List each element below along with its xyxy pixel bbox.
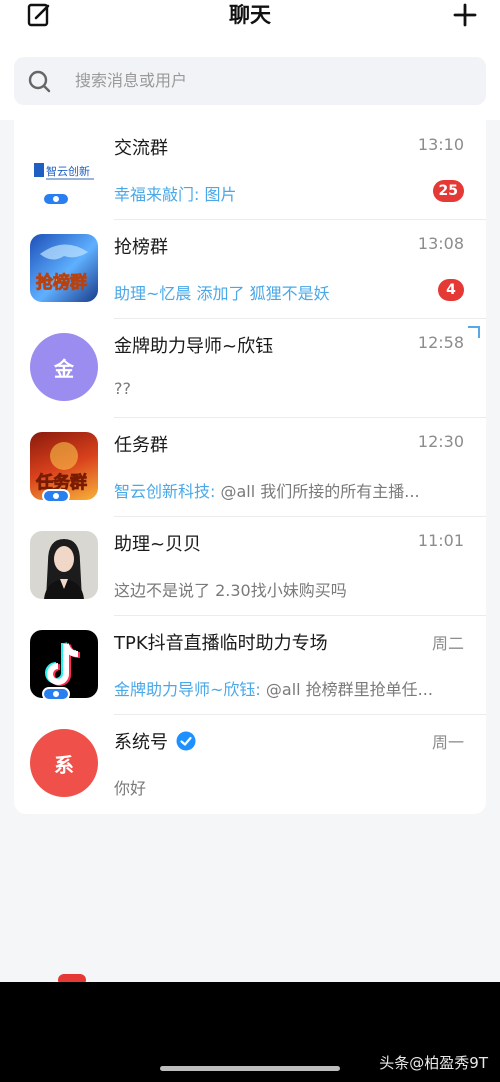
page-title: 聊天 xyxy=(229,3,271,27)
chat-time: 12:30 xyxy=(417,432,464,451)
dragon-image: 抢榜群 xyxy=(36,244,88,293)
chat-name: TPK抖音直播临时助力专场 xyxy=(114,633,328,654)
chat-time: 13:08 xyxy=(417,234,464,253)
chat-preview: 智云创新科技: @all 我们所接的所有主播... xyxy=(114,478,420,502)
watermark: 头条@柏盈秀9T xyxy=(379,1054,488,1072)
chat-preview: 这边不是说了 2.30找小妹购买吗 xyxy=(114,581,347,600)
search-icon xyxy=(28,70,51,93)
chat-item-jiaoliu[interactable]: 智云创新 交流群 13:10 幸福来敲门: 图片 25 xyxy=(14,120,486,219)
chat-preview: 你好 xyxy=(114,779,147,798)
avatar: 抢榜群 xyxy=(30,234,98,302)
preview-sender: 金牌助力导师~欣钰: xyxy=(114,680,261,699)
unread-badge: 25 xyxy=(432,180,464,202)
chat-name: 助理~贝贝 xyxy=(114,534,202,555)
person-photo xyxy=(44,539,84,599)
verified-icon xyxy=(176,731,196,751)
group-badge-icon xyxy=(42,489,70,503)
svg-text:智云创新: 智云创新 xyxy=(46,164,90,178)
chat-item-beibei[interactable]: 助理~贝贝 11:01 这边不是说了 2.30找小妹购买吗 xyxy=(14,516,486,615)
chat-preview: ?? xyxy=(114,379,131,398)
preview-text: 助理~忆晨 添加了 狐狸不是妖 xyxy=(114,284,330,303)
preview-text: @all 我们所接的所有主播... xyxy=(215,482,420,501)
chat-time: 13:10 xyxy=(417,135,464,154)
chat-item-renwu[interactable]: 任务群 任务群 12:30 智云创新科技: @all 我们所接的所有主播... xyxy=(14,417,486,516)
chat-name: 金牌助力导师~欣钰 xyxy=(114,336,274,357)
chat-item-system[interactable]: 系 系统号 周一 你好 xyxy=(14,714,486,813)
preview-sender: 智云创新科技: xyxy=(114,482,216,501)
chat-item-tpk[interactable]: TPK抖音直播临时助力专场 周二 金牌助力导师~欣钰: @all 抢榜群里抢单任… xyxy=(14,615,486,714)
chat-item-qiangbang[interactable]: 抢榜群 抢榜群 13:08 助理~忆晨 添加了 狐狸不是妖 4 xyxy=(14,219,486,318)
preview-text: @all 抢榜群里抢单任... xyxy=(260,680,433,699)
chat-list: 智云创新 交流群 13:10 幸福来敲门: 图片 25 抢榜群 抢榜群 13:0… xyxy=(14,120,486,814)
chat-item-jinpai[interactable]: 金 金牌助力导师~欣钰 12:58 ?? xyxy=(14,318,486,417)
chat-preview: 助理~忆晨 添加了 狐狸不是妖 xyxy=(114,280,330,304)
chat-name: 任务群 xyxy=(114,435,168,456)
group-badge-icon xyxy=(42,192,70,206)
chat-time: 12:58 xyxy=(417,333,464,352)
add-icon[interactable] xyxy=(452,2,478,28)
avatar-letter: 系 xyxy=(54,752,74,777)
top-bar: 聊天 xyxy=(0,0,500,44)
corner-mark-icon xyxy=(468,326,480,338)
avatar: 金 xyxy=(30,333,98,401)
group-badge-icon xyxy=(42,687,70,701)
preview-sender: 幸福来敲门: xyxy=(114,185,200,204)
chat-name: 系统号 xyxy=(114,728,196,754)
avatar xyxy=(30,531,98,599)
chat-time: 11:01 xyxy=(417,531,464,550)
unread-badge: 4 xyxy=(438,279,464,301)
chat-name: 交流群 xyxy=(114,138,168,159)
chat-time: 周一 xyxy=(431,733,464,752)
preview-text: 图片 xyxy=(199,185,237,204)
chat-time: 周二 xyxy=(431,634,464,653)
chat-name-text: 系统号 xyxy=(114,732,168,753)
chat-preview: 金牌助力导师~欣钰: @all 抢榜群里抢单任... xyxy=(114,676,433,700)
svg-text:抢榜群: 抢榜群 xyxy=(36,272,87,293)
avatar-letter: 金 xyxy=(54,356,74,381)
search-placeholder: 搜索消息或用户 xyxy=(75,71,188,90)
chat-name: 抢榜群 xyxy=(114,237,168,258)
home-indicator[interactable] xyxy=(160,1066,340,1071)
search-bar[interactable]: 搜索消息或用户 xyxy=(14,57,486,105)
avatar: 系 xyxy=(30,729,98,797)
chat-preview: 幸福来敲门: 图片 xyxy=(114,181,237,205)
